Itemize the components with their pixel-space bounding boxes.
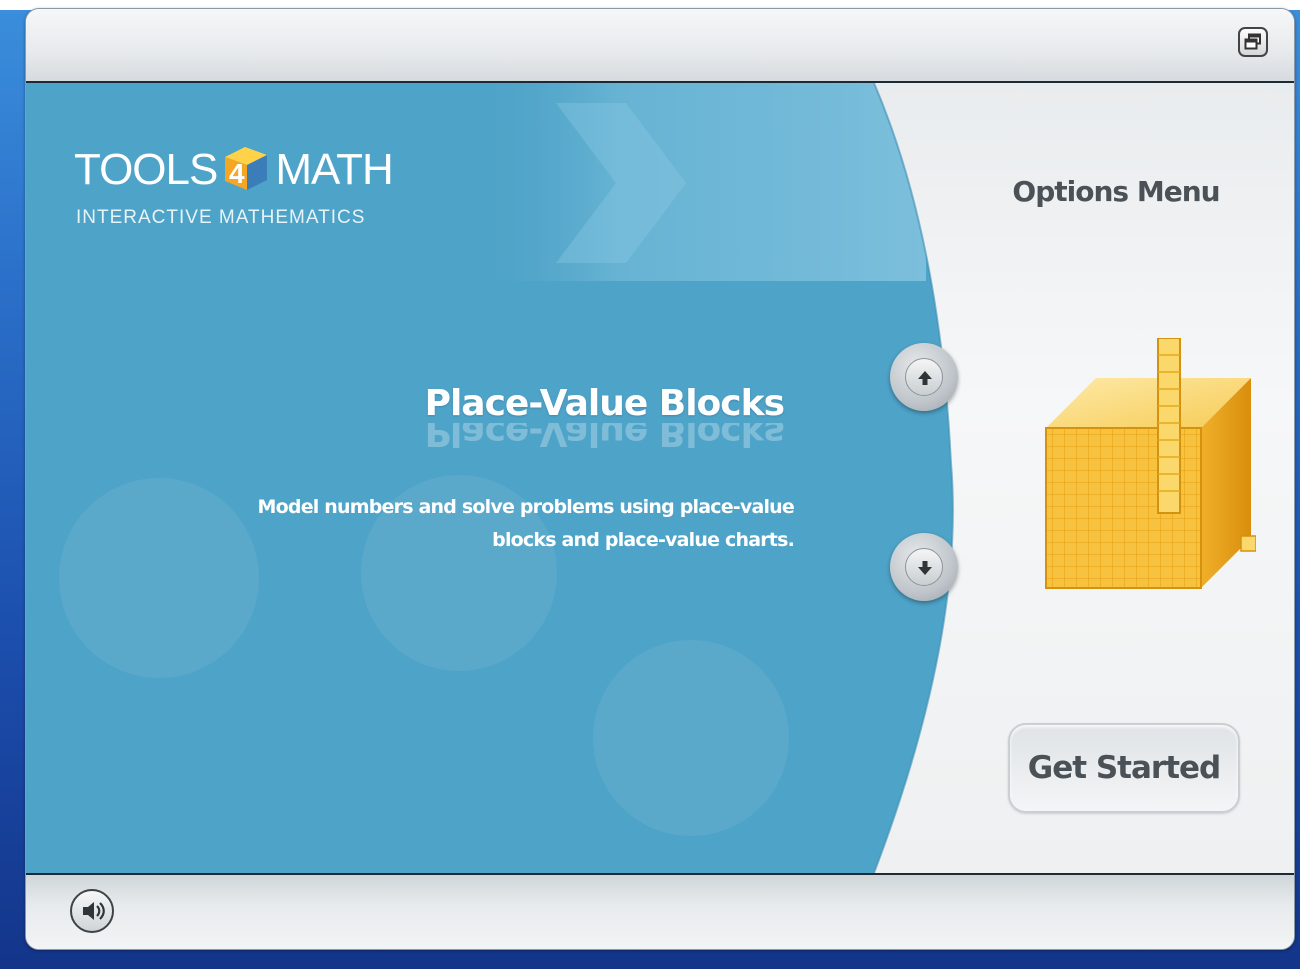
place-value-cube-icon	[1045, 338, 1256, 589]
previous-tool-button[interactable]	[890, 343, 958, 411]
options-menu-title: Options Menu	[1012, 175, 1220, 208]
sound-toggle-button[interactable]	[70, 889, 114, 933]
bottom-bar	[26, 873, 1294, 949]
get-started-button[interactable]: Get Started	[1008, 723, 1240, 813]
options-panel: Options Menu Get Started	[26, 83, 1294, 873]
next-tool-button[interactable]	[890, 533, 958, 601]
title-bar	[26, 9, 1294, 83]
arrow-down-icon	[918, 561, 932, 575]
app-window: TOOLS 4 MATH INTERACTIVE MATHEMATICS Pla…	[25, 8, 1295, 950]
window-restore-button[interactable]	[1238, 27, 1268, 57]
speaker-icon	[83, 902, 105, 920]
window-restore-icon	[1244, 33, 1261, 50]
main-stage: TOOLS 4 MATH INTERACTIVE MATHEMATICS Pla…	[26, 83, 1294, 873]
arrow-up-icon	[918, 371, 932, 385]
